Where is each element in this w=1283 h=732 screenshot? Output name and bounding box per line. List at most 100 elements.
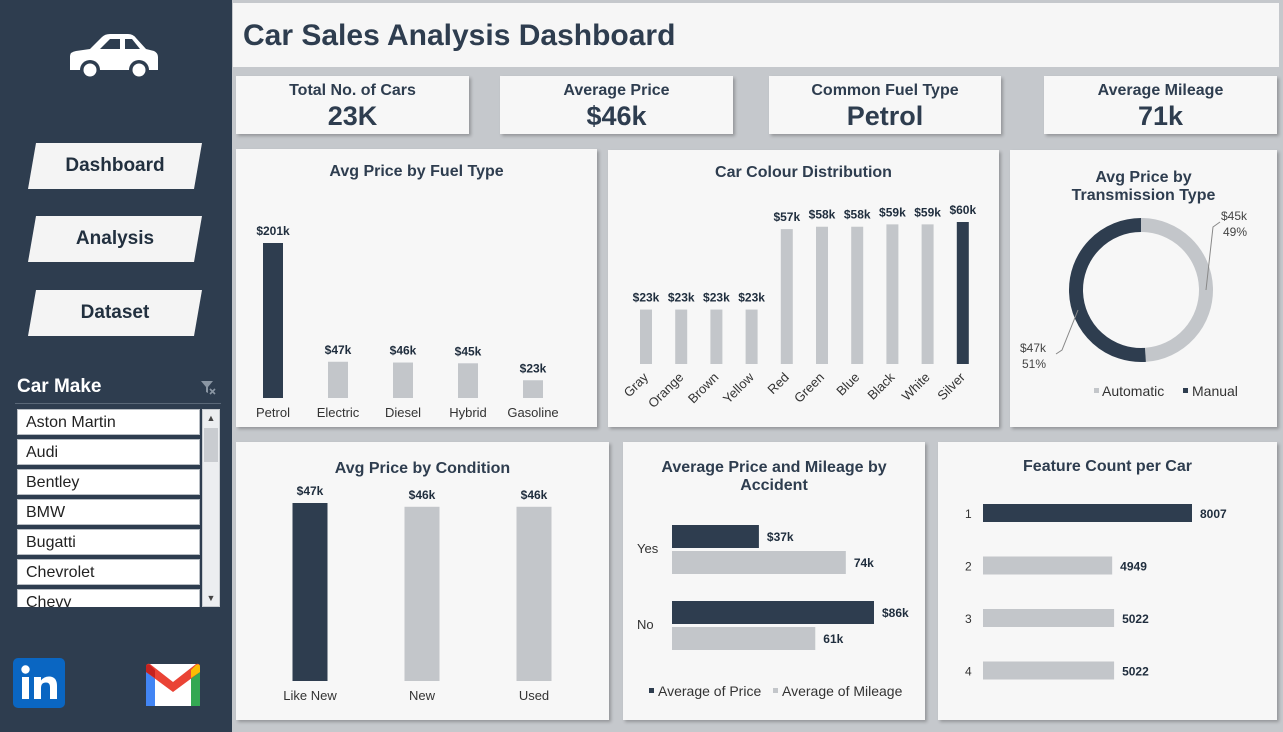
slicer-item[interactable]: Audi [17,439,200,465]
nav-dataset-button[interactable]: Dataset [28,290,202,336]
bar [675,309,688,364]
scroll-up-icon[interactable]: ▲ [203,410,219,426]
gmail-icon[interactable] [146,660,200,708]
bar [956,222,969,364]
kpi-value: $46k [586,101,647,131]
data-label: 8007 [1200,507,1227,521]
feature-count-chart: 1 8007 2 4949 3 5022 4 5022 [965,504,1227,680]
axis-tick-label: Red [764,370,791,397]
bar [780,229,793,364]
slicer-item[interactable]: Aston Martin [17,409,200,435]
legend-swatch [1183,388,1188,393]
axis-tick-label: Petrol [256,405,290,420]
scroll-thumb[interactable] [204,428,218,462]
linkedin-icon[interactable] [13,658,65,708]
bar [672,601,874,624]
kpi-value: Petrol [846,101,924,131]
donut-slice [1140,218,1213,362]
slicer-item[interactable]: Chevrolet [17,559,200,585]
data-label: $23k [703,291,730,305]
data-label: $57k [773,210,800,224]
kpi-label: Common Fuel Type [811,82,959,99]
legend-swatch [1094,388,1099,393]
axis-tick-label: Yellow [720,369,757,406]
axis-tick-label: 1 [965,507,972,521]
data-label: 5022 [1122,665,1149,679]
kpi-value: 71k [1137,101,1184,131]
slicer-title: Car Make [17,376,102,397]
bar [393,362,413,398]
kpi-label: Average Price [563,82,670,99]
slice-percent-label: 51% [1022,357,1046,371]
data-label: $58k [809,208,836,222]
kpi-label: Average Mileage [1097,82,1224,99]
title-bar: Car Sales Analysis Dashboard [233,3,1279,67]
bar [921,224,934,364]
bar [640,309,652,364]
slice-value-label: $45k [1221,209,1248,223]
bar [516,506,552,681]
axis-tick-label: 2 [965,560,972,574]
bar [458,363,478,398]
bar [983,609,1115,627]
kpi-average-mileage: Average Mileage 71k [1044,76,1277,134]
bar [745,309,758,364]
axis-tick-label: 3 [965,612,972,626]
legend-label: Average of Mileage [782,683,903,699]
slicer-item[interactable]: BMW [17,499,200,525]
transmission-chart-panel: Avg Price by Transmission Type $45k 49% $4… [1010,150,1277,427]
axis-tick-label: Blue [833,370,862,399]
axis-tick-label: New [409,688,436,703]
bar [404,506,440,681]
bar [851,226,864,364]
axis-tick-label: Electric [317,405,360,420]
axis-tick-label: Diesel [385,405,421,420]
slicer-item[interactable]: Bugatti [17,529,200,555]
data-label: $59k [914,205,941,219]
axis-tick-label: Black [864,369,897,402]
axis-tick-label: Orange [645,370,686,411]
slicer-item[interactable]: Chevy [17,589,200,607]
bar [672,627,816,650]
condition-chart: $47k Like New $46k New $46k Used [283,484,552,703]
axis-tick-label: 4 [965,665,972,679]
sidebar: Dashboard Analysis Dataset Car Make Asto… [0,0,232,732]
condition-chart-panel: Avg Price by Condition $47k Like New $46k N… [236,442,609,720]
data-label: $201k [256,224,290,238]
data-label: 74k [854,556,874,570]
kpi-average-price: Average Price $46k [500,76,733,134]
data-label: 4949 [1120,560,1147,574]
axis-tick-label: Yes [637,541,659,556]
nav-dashboard-button[interactable]: Dashboard [28,143,202,189]
data-label: $46k [409,488,436,502]
data-label: $23k [633,291,660,305]
legend-label: Manual [1192,383,1238,399]
slicer-item[interactable]: Bentley [17,469,200,495]
data-label: $23k [520,361,547,375]
axis-tick-label: No [637,617,654,632]
axis-tick-label: White [899,370,933,404]
donut-slice [1069,218,1146,362]
axis-tick-label: Gasoline [507,405,558,420]
axis-tick-label: Like New [283,688,337,703]
feature-count-chart-panel: Feature Count per Car 1 8007 2 4949 3 5022 4 50… [938,442,1277,720]
slicer-scrollbar[interactable]: ▲ ▼ [202,409,220,607]
legend-swatch [649,688,654,693]
legend-swatch [773,688,778,693]
fuel-type-chart: $201k Petrol $47k Electric $46k Diesel $45k Hyb… [256,224,559,420]
scroll-down-icon[interactable]: ▼ [203,590,219,606]
data-label: $47k [325,343,352,357]
bar [672,525,759,548]
accident-chart: Yes $37k 74k No $86k 61k Average of Price Avera… [637,525,909,699]
colour-chart: $23k Gray $23k Orange $23k Brown $23k Yellow $57… [621,203,977,411]
bar [816,226,828,364]
clear-filter-icon[interactable] [199,378,217,396]
bar [523,380,543,398]
slicer-divider [15,403,221,404]
slice-percent-label: 49% [1223,225,1247,239]
nav-analysis-button[interactable]: Analysis [28,216,202,262]
data-label: $37k [767,530,794,544]
data-label: $46k [390,344,417,358]
car-make-slicer: Aston Martin Audi Bentley BMW Bugatti Chevrol… [15,407,203,607]
data-label: $23k [668,291,695,305]
